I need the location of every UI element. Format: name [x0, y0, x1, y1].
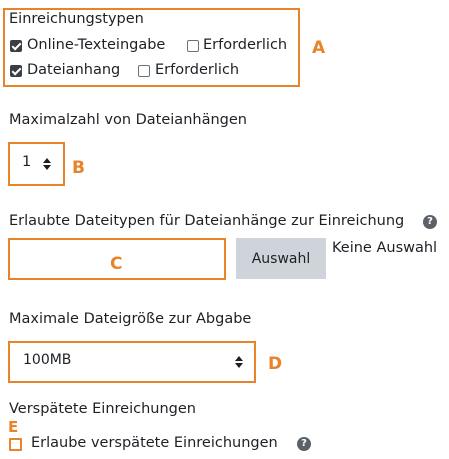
select-arrows-icon [235, 356, 243, 368]
late-submissions-heading: Verspätete Einreichungen [9, 401, 196, 417]
file-types-none-text: Keine Auswahl [332, 240, 438, 256]
file-types-select-button[interactable]: Auswahl [236, 238, 326, 279]
max-size-value: 100MB [23, 352, 72, 368]
annotation-marker-d: D [268, 354, 283, 374]
help-icon[interactable]: ? [297, 437, 311, 451]
online-text-checkbox[interactable] [10, 40, 22, 52]
online-text-label[interactable]: Online-Texteingabe [27, 37, 165, 53]
file-submission-label[interactable]: Dateianhang [27, 62, 120, 78]
max-files-value: 1 [22, 154, 32, 170]
file-required-checkbox[interactable] [138, 65, 150, 77]
annotation-marker-a: A [312, 38, 326, 58]
file-types-label: Erlaubte Dateitypen für Dateianhänge zur… [9, 213, 405, 229]
help-icon[interactable]: ? [423, 215, 437, 229]
max-files-select[interactable]: 1 [8, 142, 65, 186]
online-text-required-checkbox[interactable] [187, 40, 199, 52]
online-text-required-label[interactable]: Erforderlich [203, 37, 287, 53]
annotation-marker-c: C [110, 254, 123, 274]
file-required-label[interactable]: Erforderlich [155, 62, 239, 78]
max-files-label: Maximalzahl von Dateianhängen [9, 112, 247, 128]
file-submission-checkbox[interactable] [10, 65, 22, 77]
late-submissions-label[interactable]: Erlaube verspätete Einreichungen [31, 435, 278, 451]
file-types-field[interactable]: C [8, 238, 226, 280]
late-submissions-checkbox[interactable] [9, 438, 22, 451]
max-size-select[interactable]: 100MB [8, 341, 256, 383]
annotation-marker-e: E [8, 418, 19, 436]
select-arrows-icon [43, 158, 51, 170]
annotation-marker-b: B [72, 158, 85, 178]
submission-types-heading: Einreichungstypen [9, 11, 144, 27]
max-size-label: Maximale Dateigröße zur Abgabe [9, 311, 252, 327]
